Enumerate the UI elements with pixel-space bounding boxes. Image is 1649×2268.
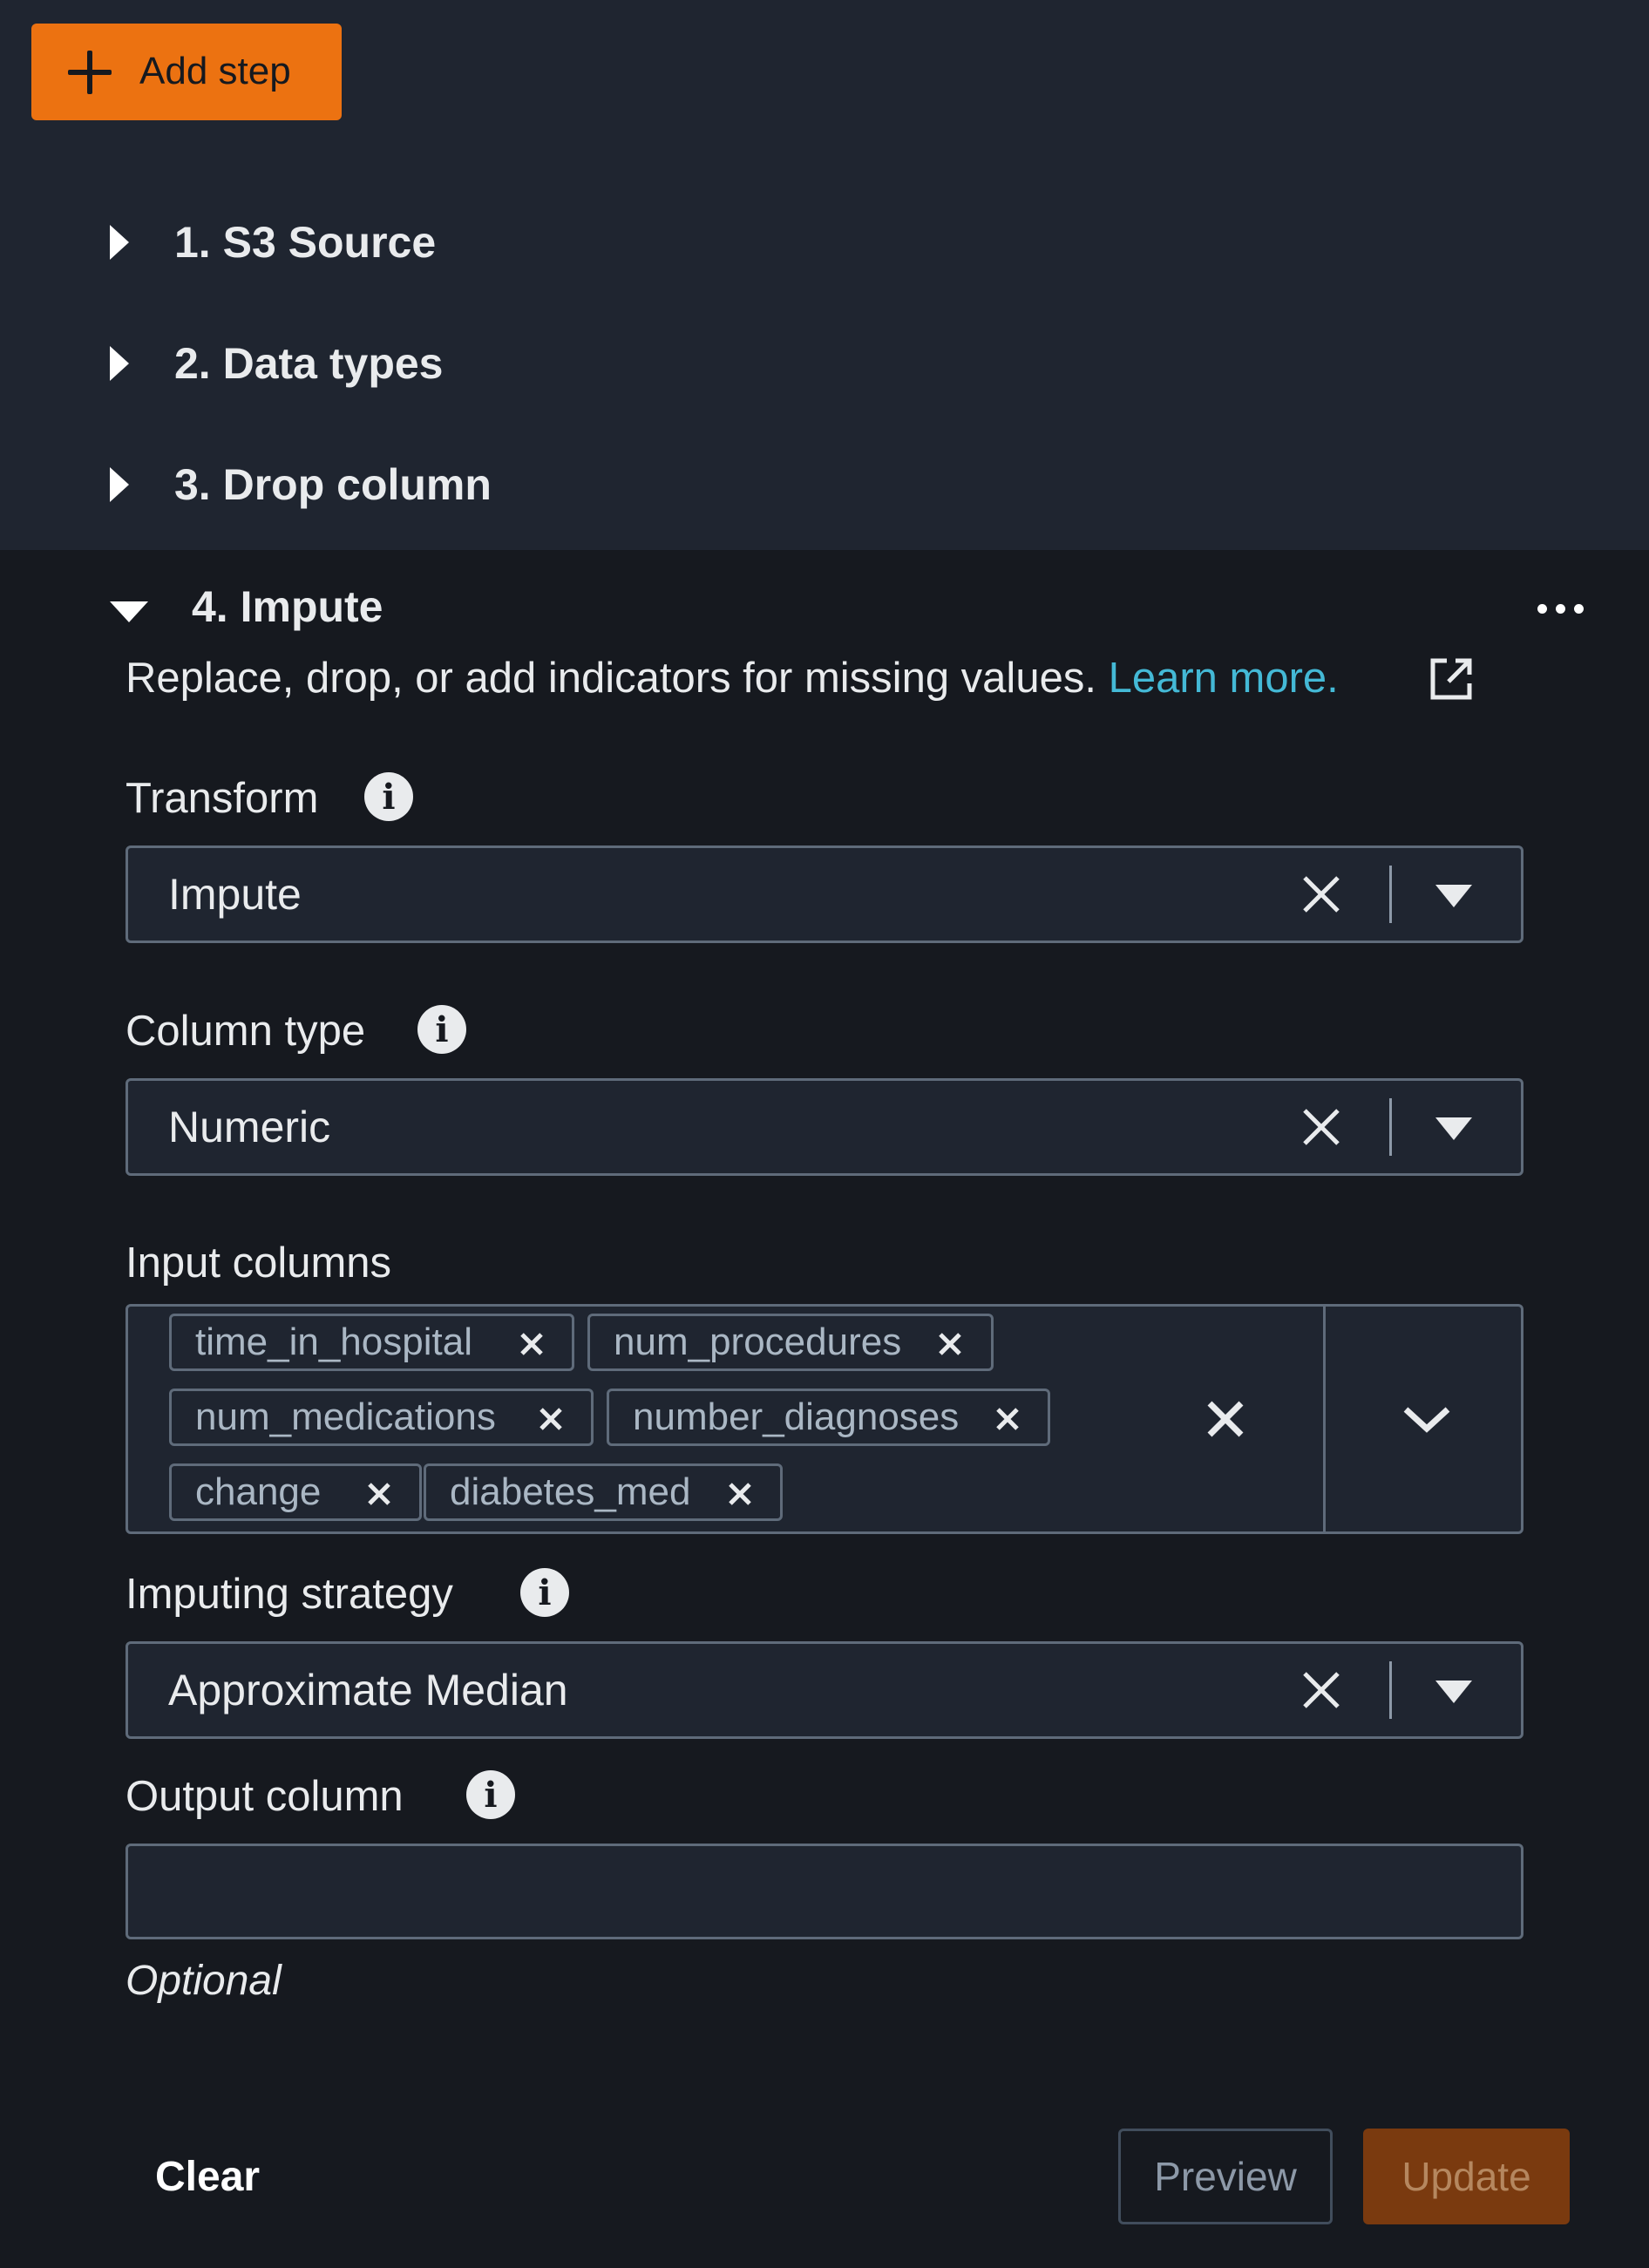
step-title: 1. S3 Source	[174, 218, 437, 267]
token-chip: num_medications	[169, 1389, 594, 1446]
preview-button[interactable]: Preview	[1118, 2129, 1333, 2224]
close-icon[interactable]	[994, 1406, 1021, 1432]
token-label: num_medications	[195, 1395, 496, 1438]
column-type-label: Column type	[126, 1008, 366, 1055]
more-icon[interactable]	[1537, 595, 1586, 621]
input-columns-multiselect[interactable]: time_in_hospital num_procedures num_medi…	[126, 1304, 1523, 1534]
chevron-down-icon[interactable]	[1401, 1397, 1453, 1441]
token-label: time_in_hospital	[195, 1321, 472, 1363]
token-chip: time_in_hospital	[169, 1314, 574, 1371]
transform-select[interactable]: Impute	[126, 845, 1523, 943]
divider	[1389, 1661, 1392, 1719]
close-icon[interactable]	[937, 1331, 963, 1357]
token-label: number_diagnoses	[633, 1395, 960, 1438]
clear-all-icon[interactable]	[1205, 1399, 1245, 1439]
imputing-strategy-select[interactable]: Approximate Median	[126, 1641, 1523, 1739]
output-column-input[interactable]	[126, 1844, 1523, 1939]
close-icon[interactable]	[366, 1481, 392, 1507]
caret-down-icon[interactable]	[110, 601, 148, 622]
learn-more-link[interactable]: Learn more.	[1109, 655, 1339, 702]
clear-button[interactable]: Clear	[155, 2151, 260, 2203]
info-icon[interactable]: i	[466, 1770, 515, 1819]
column-type-value: Numeric	[168, 1103, 331, 1151]
token-chip: num_procedures	[587, 1314, 994, 1371]
divider	[1389, 866, 1392, 923]
divider	[1389, 1098, 1392, 1156]
close-icon[interactable]	[1301, 1670, 1341, 1710]
active-step-title[interactable]: 4. Impute	[192, 581, 383, 633]
info-icon[interactable]: i	[417, 1005, 466, 1054]
dropdown-triangle-icon[interactable]	[1435, 885, 1472, 907]
close-icon[interactable]	[519, 1331, 545, 1357]
token-chip: diabetes_med	[424, 1463, 783, 1521]
plus-icon	[68, 51, 112, 94]
imputing-strategy-value: Approximate Median	[168, 1666, 568, 1715]
column-type-select[interactable]: Numeric	[126, 1078, 1523, 1176]
update-button[interactable]: Update	[1363, 2129, 1570, 2224]
close-icon[interactable]	[538, 1406, 564, 1432]
step-item-data-types[interactable]: 2. Data types	[0, 329, 1649, 398]
info-icon[interactable]: i	[520, 1568, 569, 1617]
token-label: change	[195, 1470, 322, 1513]
caret-right-icon	[110, 467, 129, 502]
external-link-icon[interactable]	[1428, 655, 1475, 703]
token-label: diabetes_med	[450, 1470, 691, 1513]
token-chip: change	[169, 1463, 422, 1521]
step-item-drop-column[interactable]: 3. Drop column	[0, 450, 1649, 519]
token-label: num_procedures	[614, 1321, 902, 1363]
imputing-strategy-label: Imputing strategy	[126, 1571, 453, 1618]
divider	[1323, 1307, 1326, 1531]
close-icon[interactable]	[727, 1481, 753, 1507]
optional-hint: Optional	[126, 1958, 282, 2004]
add-step-label: Add step	[139, 50, 291, 92]
dropdown-triangle-icon[interactable]	[1435, 1117, 1472, 1140]
info-icon[interactable]: i	[364, 772, 413, 821]
close-icon[interactable]	[1301, 874, 1341, 914]
step-title: 2. Data types	[174, 339, 444, 388]
transform-label: Transform	[126, 775, 319, 822]
close-icon[interactable]	[1301, 1107, 1341, 1147]
step-description: Replace, drop, or add indicators for mis…	[126, 652, 1339, 704]
step-item-s3-source[interactable]: 1. S3 Source	[0, 207, 1649, 277]
input-columns-label: Input columns	[126, 1239, 392, 1287]
dropdown-triangle-icon[interactable]	[1435, 1681, 1472, 1703]
step-title: 3. Drop column	[174, 460, 492, 509]
add-step-button[interactable]: Add step	[31, 24, 342, 120]
token-chip: number_diagnoses	[607, 1389, 1050, 1446]
caret-right-icon	[110, 346, 129, 381]
description-text: Replace, drop, or add indicators for mis…	[126, 655, 1096, 702]
transform-value: Impute	[168, 870, 302, 919]
output-column-label: Output column	[126, 1773, 404, 1820]
caret-right-icon	[110, 225, 129, 260]
